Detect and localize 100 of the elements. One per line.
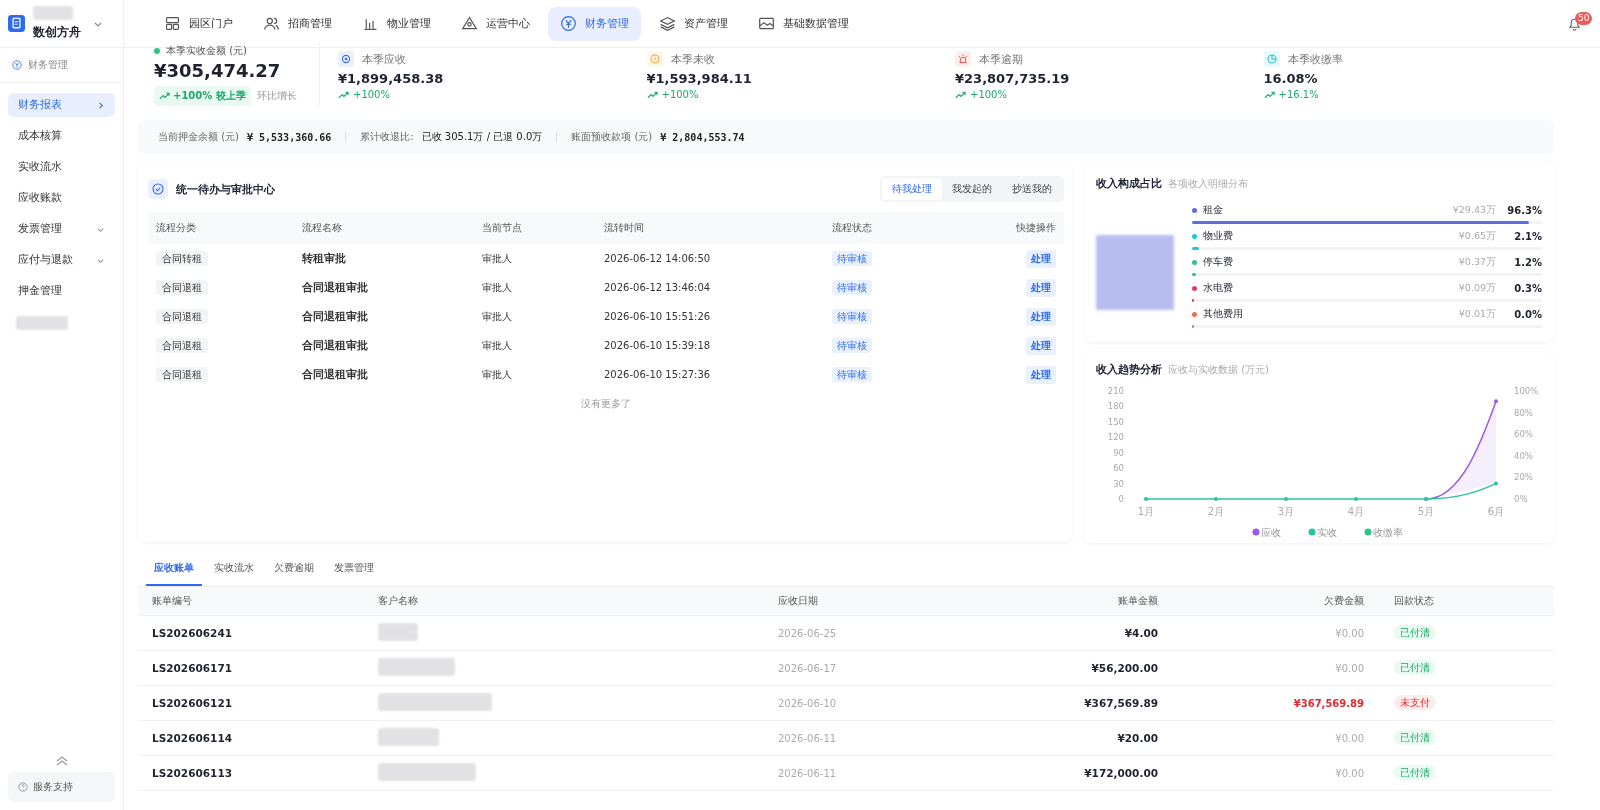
status-tag: 已付清 <box>1394 660 1436 675</box>
table-cell-text: 审批人 <box>482 367 513 382</box>
table-cell-text: 2026-06-12 13:46:04 <box>604 282 712 293</box>
yen-icon <box>12 60 22 70</box>
stat-value: ¥1,899,458.38 <box>338 71 445 86</box>
stat-label: 本季逾期 <box>979 51 1023 67</box>
stat-value: ¥23,807,735.19 <box>955 71 1071 86</box>
axis-label: 180 <box>1107 401 1124 412</box>
process-button[interactable]: 处理 <box>1026 365 1056 384</box>
yen-icon <box>560 15 577 32</box>
amount-text: ¥29.43万 <box>1451 203 1496 217</box>
stat-label: 本季应收 <box>362 51 406 67</box>
change-text: +100% <box>353 89 390 100</box>
table-cell-text: ¥172,000.00 <box>1083 767 1158 779</box>
summary-label: 累计收退比: <box>360 130 414 144</box>
table-tab[interactable]: 实收流水 <box>206 552 262 586</box>
process-button[interactable]: 处理 <box>1026 307 1056 326</box>
status-tag: 待审核 <box>832 250 872 266</box>
category-tag: 合同退租 <box>156 279 208 295</box>
category-tag: 合同退租 <box>156 366 208 382</box>
category-name: 租金 <box>1203 203 1224 217</box>
filter-tab[interactable]: 我发起的 <box>942 178 1002 200</box>
help-icon <box>18 782 28 792</box>
nav-tab[interactable]: 园区门户 <box>152 6 245 41</box>
sidebar-item[interactable]: 发票管理 <box>8 217 115 241</box>
change-text: +100% <box>661 89 699 100</box>
legend-label: 实收 <box>1317 527 1337 538</box>
axis-label: 210 <box>1107 386 1124 396</box>
notification-badge: 50 <box>1575 12 1593 25</box>
axis-label: 100% <box>1514 386 1539 396</box>
table-cell-text: ¥4.00 <box>1123 627 1158 639</box>
percent-text: 96.3% <box>1506 204 1542 216</box>
table-cell-text: ¥0.00 <box>1334 627 1364 639</box>
percent-text: 0.0% <box>1513 308 1542 320</box>
category-tag: 合同退租 <box>156 308 208 324</box>
table-tab[interactable]: 发票管理 <box>326 552 382 586</box>
trend-up-icon <box>646 90 658 99</box>
table-cell-text: ¥367,569.89 <box>1083 697 1158 709</box>
table-cell-text: 审批人 <box>482 251 513 266</box>
table-tab[interactable]: 欠费逾期 <box>266 552 322 586</box>
amount-text: ¥0.37万 <box>1457 255 1496 269</box>
category-tag: 合同退租 <box>156 337 208 353</box>
users-icon <box>263 15 280 32</box>
trend-up-icon <box>338 90 349 99</box>
card-subtitle: 应收与实收数据 (万元) <box>1168 363 1269 377</box>
table-cell-text: 2026-06-10 15:39:18 <box>604 340 712 351</box>
column-header: 欠费金额 <box>1323 594 1364 608</box>
table-cell-text: 合同退租审批 <box>302 367 369 382</box>
amount-text: ¥0.01万 <box>1457 307 1496 321</box>
table-cell-text: 2026-06-10 15:27:36 <box>604 369 712 380</box>
axis-label: 6月 <box>1487 506 1505 517</box>
card-title: 收入构成占比 <box>1096 176 1162 191</box>
logo-icon <box>8 15 25 32</box>
nav-tab[interactable]: 基础数据管理 <box>746 6 861 41</box>
axis-label: 0% <box>1514 494 1528 504</box>
percent-text: 1.2% <box>1513 256 1542 268</box>
amount-text: ¥0.65万 <box>1457 229 1496 243</box>
change-text: +100% 较上季 <box>173 89 246 103</box>
card-title: 收入趋势分析 <box>1096 362 1162 377</box>
table-cell-text: 2026-06-11 <box>778 732 838 744</box>
trend-up-icon <box>159 92 170 100</box>
stat-label: 本季实收金额 (元) <box>166 44 247 57</box>
sidebar-item[interactable]: 成本核算 <box>8 124 115 148</box>
axis-label: 120 <box>1107 432 1124 443</box>
axis-label: 80% <box>1514 407 1533 418</box>
sidebar-item[interactable]: 实收流水 <box>8 155 115 179</box>
image-icon <box>758 15 775 32</box>
process-button[interactable]: 处理 <box>1026 336 1056 355</box>
table-cell-text: LS202606241 <box>152 627 233 639</box>
column-header: 客户名称 <box>378 594 419 608</box>
status-tag: 未支付 <box>1394 695 1436 710</box>
column-header: 应收日期 <box>778 594 819 608</box>
sidebar-item[interactable]: 应收账款 <box>8 186 115 210</box>
nav-tab[interactable]: 资产管理 <box>647 6 740 41</box>
table-cell-text: LS202606114 <box>152 732 233 744</box>
axis-label: 60 <box>1113 463 1124 474</box>
sidebar-item[interactable]: 财务报表 <box>8 93 115 117</box>
table-cell-text: 转租审批 <box>302 251 347 266</box>
sidebar-item[interactable]: 应付与退款 <box>8 248 115 272</box>
filter-tab[interactable]: 待我处理 <box>882 178 942 200</box>
nav-tab[interactable]: 物业管理 <box>350 6 443 41</box>
status-tag: 已付清 <box>1394 625 1436 640</box>
summary-label: 当前押金余额 (元) <box>158 130 239 144</box>
column-header: 流程分类 <box>156 221 197 235</box>
collapse-icon[interactable] <box>54 756 69 766</box>
process-button[interactable]: 处理 <box>1026 278 1056 297</box>
filter-tab[interactable]: 抄送我的 <box>1002 178 1062 200</box>
card-subtitle: 各项收入明细分布 <box>1168 177 1248 191</box>
process-button[interactable]: 处理 <box>1026 249 1056 268</box>
table-cell-text: 审批人 <box>482 338 513 353</box>
sidebar-item[interactable]: 押金管理 <box>8 279 115 303</box>
support-button[interactable]: 服务支持 <box>8 772 115 802</box>
change-text: +100% <box>970 89 1007 100</box>
axis-label: 5月 <box>1417 506 1435 517</box>
category-name: 其他费用 <box>1203 307 1244 321</box>
percent-text: 2.1% <box>1513 230 1542 242</box>
nav-tab[interactable]: 招商管理 <box>251 6 344 41</box>
nav-tab[interactable]: 财务管理 <box>548 6 641 41</box>
nav-tab[interactable]: 运营中心 <box>449 6 542 41</box>
table-cell-text: LS202606171 <box>152 662 233 674</box>
